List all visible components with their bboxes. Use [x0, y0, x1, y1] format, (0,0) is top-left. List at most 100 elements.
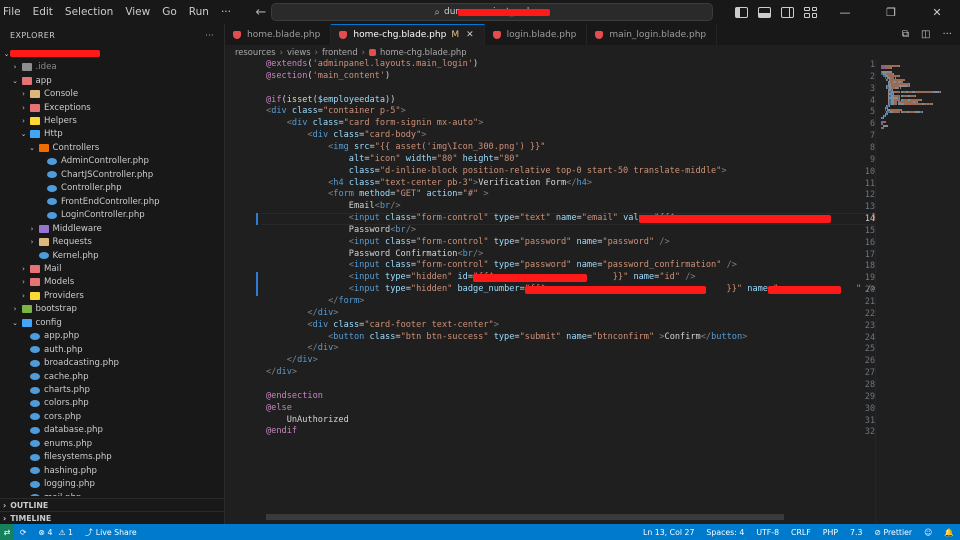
tree-file[interactable]: Kernel.php [0, 249, 224, 263]
tree-folder[interactable]: › .idea [0, 60, 224, 74]
prettier-status[interactable]: ⊘ Prettier [868, 528, 918, 537]
redaction-mark [10, 50, 100, 57]
tree-label: bootstrap [35, 304, 77, 315]
tree-label: database.php [44, 425, 103, 436]
compare-changes-icon[interactable]: ⧉ [902, 29, 909, 40]
line-ending[interactable]: CRLF [785, 528, 817, 537]
minimap-line [921, 99, 923, 101]
tree-folder[interactable]: › Helpers [0, 114, 224, 128]
tree-folder[interactable]: ⌄ Controllers [0, 141, 224, 155]
menu-go[interactable]: Go [156, 0, 183, 24]
close-icon[interactable]: ✕ [466, 30, 474, 40]
menu-more[interactable]: ··· [215, 0, 237, 24]
tree-folder[interactable]: › Console [0, 87, 224, 101]
more-actions-icon[interactable]: ··· [942, 29, 952, 40]
search-icon: ⌕ [434, 6, 441, 18]
timeline-section[interactable]: › TIMELINE [0, 511, 224, 524]
explorer-more-icon[interactable]: ··· [205, 31, 214, 40]
modified-indicator: M [451, 30, 460, 40]
tree-folder[interactable]: › Models [0, 276, 224, 290]
menu-file[interactable]: File [0, 0, 27, 24]
tab-main_login-blade-php[interactable]: main_login.blade.php [587, 24, 718, 45]
tree-file[interactable]: filesystems.php [0, 451, 224, 465]
tree-folder[interactable]: › Middleware [0, 222, 224, 236]
problems-warnings[interactable]: ⚠ 1 [59, 528, 79, 537]
menu-run[interactable]: Run [183, 0, 215, 24]
language-mode[interactable]: PHP [817, 528, 844, 537]
tree-file[interactable]: FrontEndController.php [0, 195, 224, 209]
tree-file[interactable]: charts.php [0, 383, 224, 397]
breadcrumb-views[interactable]: views [287, 47, 311, 57]
feedback-icon[interactable]: ☺ [918, 528, 938, 537]
tree-label: Controller.php [61, 183, 122, 194]
breadcrumb-frontend[interactable]: frontend [322, 47, 358, 57]
horizontal-scrollbar[interactable] [266, 514, 784, 520]
tree-file[interactable]: cors.php [0, 410, 224, 424]
toggle-panel-icon[interactable] [758, 6, 771, 18]
close-button[interactable]: ✕ [914, 6, 960, 19]
tree-folder[interactable]: › bootstrap [0, 303, 224, 317]
tree-file[interactable]: LoginController.php [0, 208, 224, 222]
php-file-icon [30, 386, 40, 394]
split-editor-icon[interactable]: ◫ [921, 29, 930, 40]
tree-file[interactable]: broadcasting.php [0, 356, 224, 370]
laravel-file-icon [369, 48, 377, 56]
code-line: <input class="form-control" type="text" … [348, 213, 960, 224]
php-version[interactable]: 7.3 [844, 528, 868, 537]
tree-folder[interactable]: › Exceptions [0, 101, 224, 115]
minimap-line [894, 91, 901, 93]
tree-folder[interactable]: › Providers [0, 289, 224, 303]
breadcrumb-file[interactable]: home-chg.blade.php [380, 47, 467, 57]
tree-file[interactable]: app.php [0, 329, 224, 343]
tree-file[interactable]: auth.php [0, 343, 224, 357]
code-editor[interactable]: 1 @extends('adminpanel.layouts.main_login… [225, 59, 960, 524]
tree-file[interactable]: ChartJSController.php [0, 168, 224, 182]
customize-layout-icon[interactable] [804, 6, 817, 18]
tree-file[interactable]: colors.php [0, 397, 224, 411]
tree-label: config [35, 317, 62, 328]
folder-icon [38, 143, 49, 152]
tree-file[interactable]: mail.php [0, 491, 224, 496]
outline-section[interactable]: › OUTLINE [0, 498, 224, 511]
tree-file[interactable]: logging.php [0, 477, 224, 491]
tree-file[interactable]: hashing.php [0, 464, 224, 478]
tree-file[interactable]: Controller.php [0, 182, 224, 196]
tab-home-blade-php[interactable]: home.blade.php [225, 24, 332, 45]
toggle-sidebar-icon[interactable] [735, 6, 748, 18]
live-share-button[interactable]: ⤴ Live Share [79, 527, 143, 538]
tree-file[interactable]: enums.php [0, 437, 224, 451]
menu-selection[interactable]: Selection [59, 0, 119, 24]
cursor-position[interactable]: Ln 13, Col 27 [637, 528, 700, 537]
line-number: 24 [864, 331, 875, 342]
back-arrow-icon[interactable]: ← [253, 5, 269, 20]
code-line: Password<br/> [266, 224, 417, 235]
problems-errors[interactable]: ⊗ 4 [33, 528, 59, 537]
tree-file[interactable]: cache.php [0, 370, 224, 384]
tree-folder[interactable]: ⌄ config [0, 316, 224, 330]
tab-login-blade-php[interactable]: login.blade.php [484, 24, 588, 45]
minimize-button[interactable]: — [822, 6, 868, 19]
toggle-secondary-sidebar-icon[interactable] [781, 6, 794, 18]
tree-folder[interactable]: › Requests [0, 235, 224, 249]
tree-folder[interactable]: ⌄PROJECT [0, 47, 224, 61]
tab-home-chg-blade-php[interactable]: home-chg.blade.php M ✕ [331, 24, 485, 45]
tree-label: Exceptions [44, 102, 91, 113]
tree-folder[interactable]: ⌄ app [0, 74, 224, 88]
remote-indicator-icon[interactable]: ⇄ [0, 524, 14, 540]
indentation[interactable]: Spaces: 4 [700, 528, 750, 537]
breadcrumb-resources[interactable]: resources [235, 47, 276, 57]
notifications-icon[interactable]: 🔔 [938, 528, 960, 537]
minimap[interactable] [875, 59, 960, 524]
encoding[interactable]: UTF-8 [750, 528, 785, 537]
command-center-search[interactable]: ⌕ dummyproject_webapp [271, 3, 713, 21]
menu-edit[interactable]: Edit [27, 0, 59, 24]
tree-folder[interactable]: › Mail [0, 262, 224, 276]
tree-file[interactable]: database.php [0, 424, 224, 438]
tree-folder[interactable]: ⌄ Http [0, 128, 224, 142]
menu-view[interactable]: View [119, 0, 156, 24]
line-number: 21 [864, 296, 875, 306]
chevron-right-icon: › [22, 90, 25, 99]
tree-file[interactable]: AdminController.php [0, 155, 224, 169]
sync-icon[interactable]: ⟳ [14, 528, 33, 537]
restore-button[interactable]: ❐ [868, 6, 914, 19]
